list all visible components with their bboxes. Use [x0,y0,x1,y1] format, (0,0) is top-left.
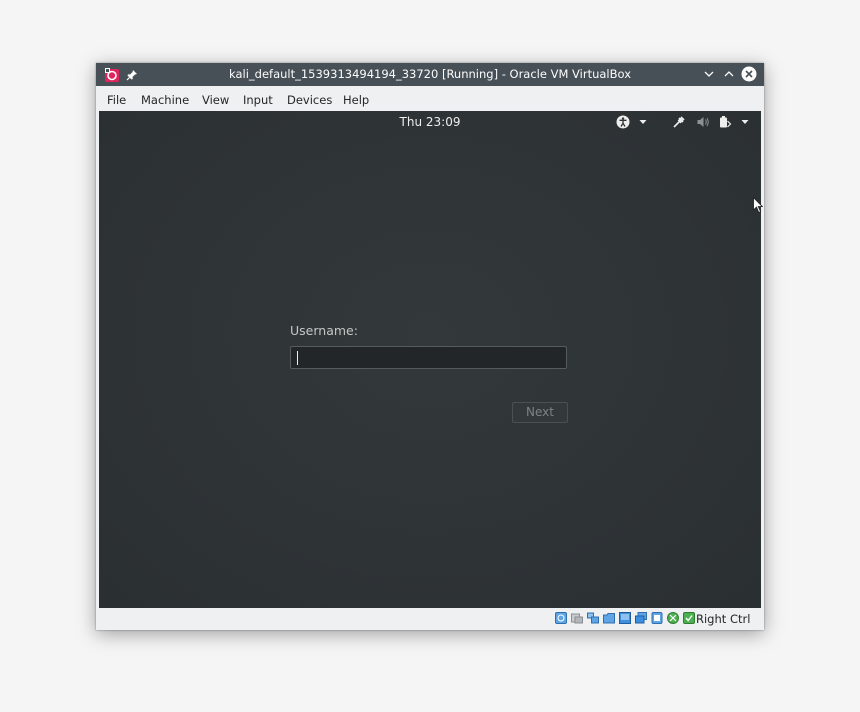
chevron-down-icon[interactable] [636,115,650,129]
menu-view[interactable]: View [202,93,229,107]
next-button[interactable]: Next [512,402,568,423]
optical-drive-icon[interactable] [571,612,583,624]
volume-icon[interactable] [696,115,710,129]
minimize-button[interactable] [701,66,717,82]
title-bar[interactable]: kali_default_1539313494194_33720 [Runnin… [96,63,764,86]
host-key-label: Right Ctrl [696,612,751,626]
hard-disk-icon[interactable] [555,612,567,624]
network-status-icon[interactable] [603,612,615,624]
shared-folders-icon[interactable] [635,612,647,624]
username-label: Username: [290,323,358,338]
status-bar: Right Ctrl [96,608,764,630]
menu-help[interactable]: Help [343,93,369,107]
window-title: kali_default_1539313494194_33720 [Runnin… [229,67,631,81]
power-icon[interactable] [718,115,732,129]
accessibility-icon[interactable] [616,115,630,129]
menu-input[interactable]: Input [243,93,273,107]
usb-icon[interactable] [619,612,631,624]
close-icon [741,66,757,82]
text-caret [297,351,298,365]
guest-display[interactable]: Thu 23:09 Username: Next [99,111,761,608]
menu-bar: File Machine View Input Devices Help [96,86,764,111]
network-icon[interactable] [672,115,686,129]
username-input[interactable] [290,346,567,369]
mouse-pointer-icon [753,197,763,214]
chevron-down-icon[interactable] [738,115,752,129]
guest-clock[interactable]: Thu 23:09 [99,115,761,129]
minimize-icon [704,71,714,77]
virtualbox-window: kali_default_1539313494194_33720 [Runnin… [96,63,764,630]
video-capture-icon[interactable] [667,612,679,624]
maximize-icon [724,71,734,77]
close-button[interactable] [741,66,757,82]
maximize-button[interactable] [721,66,737,82]
menu-machine[interactable]: Machine [141,93,189,107]
audio-icon[interactable] [587,612,599,624]
menu-file[interactable]: File [107,93,126,107]
menu-devices[interactable]: Devices [287,93,332,107]
display-icon[interactable] [651,612,663,624]
mouse-integration-icon[interactable] [683,612,695,624]
